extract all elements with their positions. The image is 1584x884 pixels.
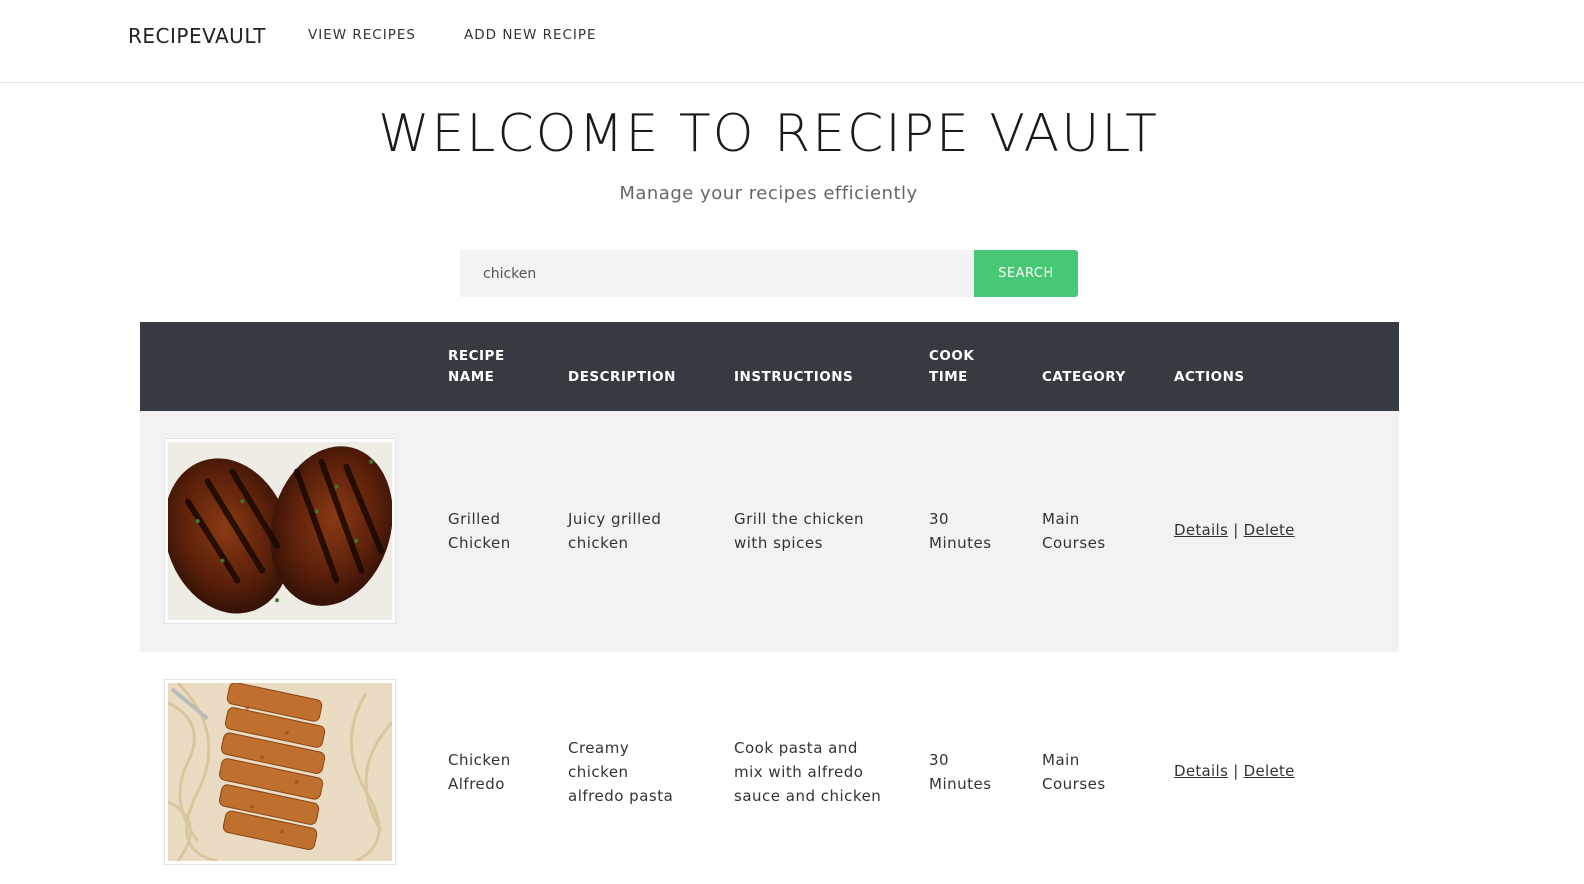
grilled-chicken-photo xyxy=(168,442,392,620)
delete-link[interactable]: Delete xyxy=(1244,521,1295,539)
search-input[interactable] xyxy=(460,250,974,297)
nav-view-recipes[interactable]: VIEW RECIPES xyxy=(308,27,416,43)
header-recipe-name: RECIPE NAME xyxy=(448,348,505,385)
row-actions: Details | Delete xyxy=(1174,521,1295,539)
cell-recipe-name: Grilled Chicken xyxy=(448,510,511,552)
details-link[interactable]: Details xyxy=(1174,762,1228,780)
header-instructions: INSTRUCTIONS xyxy=(734,369,854,385)
cell-cook-time: 30 Minutes xyxy=(929,510,992,552)
search-button[interactable]: SEARCH xyxy=(974,250,1078,297)
recipe-image-grilled-chicken xyxy=(164,438,396,624)
top-navbar: RECIPEVAULT VIEW RECIPES ADD NEW RECIPE xyxy=(0,0,1584,83)
cell-category: Main Courses xyxy=(1042,751,1106,793)
cell-instructions: Cook pasta and mix with alfredo sauce and … xyxy=(734,739,882,805)
cell-cook-time: 30 Minutes xyxy=(929,751,992,793)
header-cook-time: COOK TIME xyxy=(929,348,975,385)
header-category: CATEGORY xyxy=(1042,369,1126,385)
table-header: RECIPE NAME DESCRIPTION INSTRUCTIONS COO… xyxy=(140,322,1399,411)
header-actions: ACTIONS xyxy=(1174,369,1245,385)
cell-description: Creamy chicken alfredo pasta xyxy=(568,739,674,805)
row-actions: Details | Delete xyxy=(1174,762,1295,780)
chicken-alfredo-photo xyxy=(168,683,392,861)
page-subtitle: Manage your recipes efficiently xyxy=(619,183,918,204)
cell-description: Juicy grilled chicken xyxy=(568,510,662,552)
action-separator: | xyxy=(1233,762,1239,780)
nav-add-new-recipe[interactable]: ADD NEW RECIPE xyxy=(464,27,597,43)
cell-instructions: Grill the chicken with spices xyxy=(734,510,865,552)
delete-link[interactable]: Delete xyxy=(1244,762,1295,780)
cell-category: Main Courses xyxy=(1042,510,1106,552)
brand-logo[interactable]: RECIPEVAULT xyxy=(128,24,266,48)
recipe-image-chicken-alfredo xyxy=(164,679,396,865)
action-separator: | xyxy=(1233,521,1239,539)
header-description: DESCRIPTION xyxy=(568,369,676,385)
table-row: Grilled Chicken Juicy grilled chicken Gril… xyxy=(140,411,1399,652)
cell-recipe-name: Chicken Alfredo xyxy=(448,751,511,793)
page-title: WELCOME TO RECIPE VAULT xyxy=(378,104,1159,164)
details-link[interactable]: Details xyxy=(1174,521,1228,539)
table-row: Chicken Alfredo Creamy chicken alfredo past… xyxy=(140,652,1399,884)
